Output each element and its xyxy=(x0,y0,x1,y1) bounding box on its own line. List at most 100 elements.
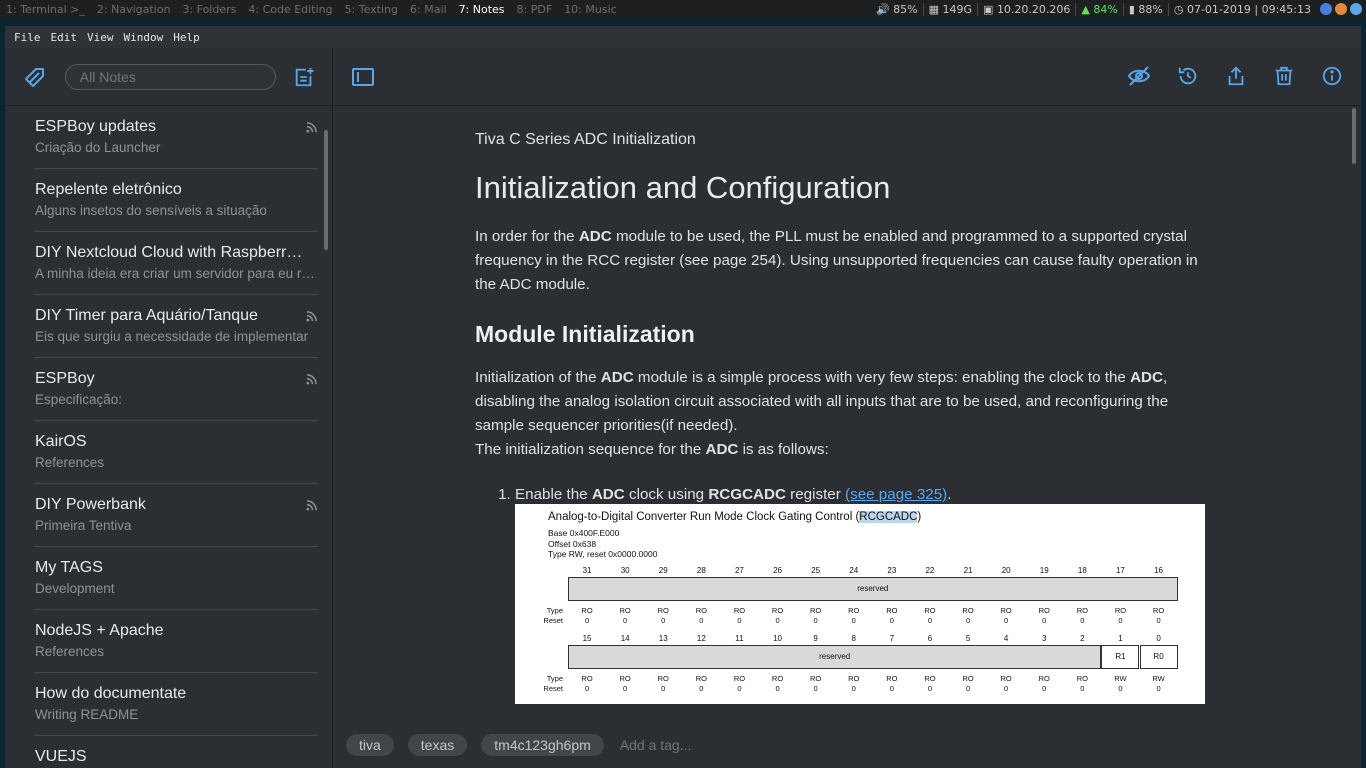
info-icon xyxy=(1322,66,1342,86)
note-item-subtitle: Writing README xyxy=(35,707,139,722)
note-list-item[interactable]: DIY Nextcloud Cloud with Raspberry Pi A m… xyxy=(35,232,317,295)
note-list-item[interactable]: ESPBoy updates Criação do Launcher xyxy=(35,106,317,169)
bit-attr: RO xyxy=(1038,606,1050,615)
heading-initialization: Initialization and Configuration xyxy=(475,170,891,205)
toggle-sidebar-button[interactable] xyxy=(352,67,374,87)
note-item-subtitle: Eis que surgiu a necessidade de implemen… xyxy=(35,329,309,344)
bit-attr: RO xyxy=(848,606,860,615)
note-list-item[interactable]: DIY Powerbank Primeira Tentiva xyxy=(35,484,317,547)
workspace-4[interactable]: 4: Code Editing xyxy=(242,3,338,16)
wifi-value: 84% xyxy=(1093,2,1118,16)
bit-number: 27 xyxy=(734,566,744,575)
new-note-button[interactable] xyxy=(276,48,332,106)
bit-attr: RO xyxy=(962,674,974,683)
share-button[interactable] xyxy=(1225,65,1247,87)
bit-attr: 0 xyxy=(584,616,590,625)
bit-number: 26 xyxy=(773,566,782,575)
workspace-3[interactable]: 3: Folders xyxy=(176,3,242,16)
bit-attr: 0 xyxy=(965,616,971,625)
workspace-5[interactable]: 5: Texting xyxy=(339,3,404,16)
bit-attr: 0 xyxy=(699,616,704,625)
note-item-subtitle: Especificação: xyxy=(35,392,123,407)
bit-attr: RO xyxy=(771,606,784,615)
info-button[interactable] xyxy=(1321,65,1343,87)
menu-view[interactable]: View xyxy=(82,31,119,44)
bit-attr: RO xyxy=(733,606,746,615)
ip-value: 10.20.20.206 xyxy=(996,2,1071,16)
trash-icon xyxy=(1275,66,1293,86)
tags-button[interactable] xyxy=(5,48,65,106)
bit-number: 4 xyxy=(1003,634,1009,643)
figure-base: Base 0x400F.E000 xyxy=(548,528,620,538)
bit-number: 10 xyxy=(773,634,782,643)
note-item-title: NodeJS + Apache xyxy=(35,622,164,639)
bit-number: 19 xyxy=(1039,566,1049,575)
bit-attr: 0 xyxy=(1156,684,1161,693)
tag-chip[interactable]: tiva xyxy=(346,734,394,756)
bit-attr: RO xyxy=(619,606,631,615)
sidebar-scrollbar[interactable] xyxy=(324,130,328,250)
menu-bar: File Edit View Window Help xyxy=(5,26,1361,48)
bit-number: 23 xyxy=(887,566,897,575)
workspace-list: 1: Terminal >_ 2: Navigation 3: Folders 4: … xyxy=(0,3,623,16)
menu-help[interactable]: Help xyxy=(168,31,205,44)
ip-status: ▣ 10.20.20.206 xyxy=(977,2,1075,16)
wifi-status: ▲ 84% xyxy=(1075,2,1122,16)
network-tray-icon[interactable] xyxy=(1350,3,1362,15)
workspace-1[interactable]: 1: Terminal >_ xyxy=(0,3,91,16)
menu-window[interactable]: Window xyxy=(119,31,169,44)
workspace-2[interactable]: 2: Navigation xyxy=(91,3,177,16)
note-content[interactable]: Tiva C Series ADC Initialization Initial… xyxy=(475,106,1205,720)
chrome-tray-icon[interactable] xyxy=(1320,3,1332,15)
rss-icon xyxy=(306,500,317,511)
bit-number: 21 xyxy=(963,566,973,575)
clock-value: 07-01-2019 | 09:45:13 xyxy=(1186,2,1311,16)
bit-attr: RO xyxy=(886,606,898,615)
see-page-link[interactable]: (see page 325) xyxy=(845,486,947,503)
note-list-item[interactable]: How do documentate Writing README xyxy=(35,673,317,736)
note-list-item[interactable]: My TAGS Development xyxy=(35,547,317,610)
menu-file[interactable]: File xyxy=(9,31,46,44)
note-list-item[interactable]: DIY Timer para Aquário/Tanque Eis que sur… xyxy=(35,295,317,358)
note-list-item[interactable]: NodeJS + Apache References xyxy=(35,610,317,673)
rss-icon xyxy=(306,374,317,385)
menu-edit[interactable]: Edit xyxy=(46,31,83,44)
add-tag-input[interactable] xyxy=(619,737,770,753)
figure-title: Analog-to-Digital Converter Run Mode Clo… xyxy=(548,511,922,523)
note-list-item[interactable]: KairOS References xyxy=(35,421,317,484)
bit-attr: RO xyxy=(924,674,936,683)
bit-number: 14 xyxy=(620,634,630,643)
note-item-title: My TAGS xyxy=(35,559,103,576)
editor-scrollbar[interactable] xyxy=(1352,108,1356,164)
preview-toggle-button[interactable] xyxy=(1127,65,1151,87)
bit-number: 22 xyxy=(925,566,935,575)
disk-status: ▦ 149G xyxy=(922,2,977,16)
workspace-6[interactable]: 6: Mail xyxy=(404,3,453,16)
tag-chip[interactable]: tm4c123gh6pm xyxy=(481,734,604,756)
history-button[interactable] xyxy=(1177,65,1199,87)
app-tray-icon[interactable] xyxy=(1335,3,1347,15)
bit-number: 13 xyxy=(658,634,668,643)
figure-type: Type RW, reset 0x0000.0000 xyxy=(548,549,658,559)
search-input[interactable] xyxy=(64,63,277,90)
tag-chip[interactable]: texas xyxy=(407,734,468,756)
bit-attr: 0 xyxy=(623,616,628,625)
note-item-title: ESPBoy xyxy=(35,370,95,387)
note-title[interactable]: Tiva C Series ADC Initialization xyxy=(475,131,1205,149)
note-item-subtitle: Criação do Launcher xyxy=(35,140,161,155)
note-list-item[interactable]: Repelente eletrônico Alguns insetos do se… xyxy=(35,169,317,232)
battery-value: 88% xyxy=(1138,2,1163,16)
bit-number: 24 xyxy=(849,566,859,575)
workspace-7[interactable]: 7: Notes xyxy=(453,3,511,16)
workspace-8[interactable]: 8: PDF xyxy=(511,3,559,16)
workspace-9[interactable]: 10: Music xyxy=(558,3,623,16)
bit-number: 11 xyxy=(735,634,744,643)
bit-attr: 0 xyxy=(623,684,628,693)
volume-status: 🔊 85% xyxy=(875,2,918,16)
steps-list: Enable the ADC clock using RCGCADC regis… xyxy=(475,486,1205,503)
trash-button[interactable] xyxy=(1273,65,1295,87)
note-list-item[interactable]: VUEJS xyxy=(35,736,317,768)
bit-attr: RO xyxy=(771,674,784,683)
note-list-item[interactable]: ESPBoy Especificação: xyxy=(35,358,317,421)
bit-attr: RO xyxy=(810,674,822,683)
